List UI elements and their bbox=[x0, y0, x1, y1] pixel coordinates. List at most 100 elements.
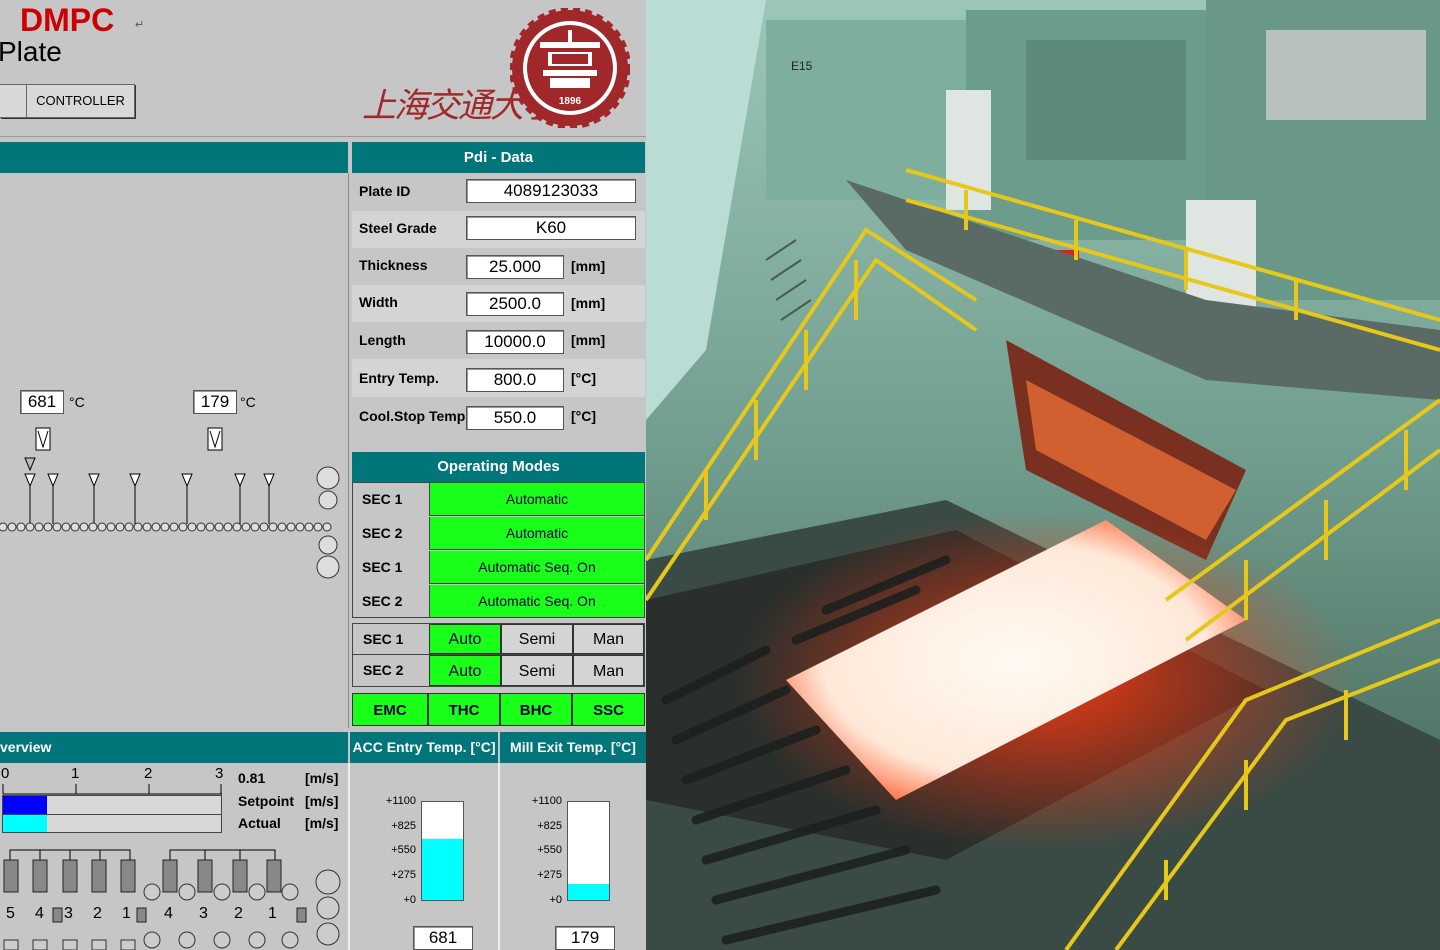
speed-value: 0.81 bbox=[238, 770, 266, 786]
actual-unit: [m/s] bbox=[305, 815, 339, 831]
switch-row-label: SEC 1 bbox=[363, 631, 404, 647]
scale-tick-label: 2 bbox=[144, 765, 153, 782]
mode-row-label: SEC 2 bbox=[362, 525, 403, 541]
roller-table-diagram bbox=[0, 427, 340, 579]
plate-id-field[interactable]: 4089123033 bbox=[466, 179, 636, 203]
pdi-row-plate-id: Plate ID 4089123033 bbox=[352, 174, 645, 211]
pyrometer-1-unit: °C bbox=[69, 394, 85, 410]
sec2-switch-row: SEC 2 Auto Semi Man bbox=[352, 655, 645, 687]
entry-temp-field[interactable]: 800.0 bbox=[466, 368, 564, 392]
gauge-tick-label: +550 bbox=[391, 844, 416, 856]
scale-tick-label: 3 bbox=[215, 765, 224, 782]
cooling-line-photo: E15 危险 bbox=[646, 0, 1440, 950]
roller-line bbox=[0, 522, 332, 532]
pdi-label: Steel Grade bbox=[359, 220, 437, 236]
gauge-tick-label: +275 bbox=[537, 869, 562, 881]
header-bank-diagram bbox=[3, 849, 341, 950]
gauge-left-border bbox=[348, 763, 350, 950]
acc-gauge-tube bbox=[421, 801, 464, 901]
mode-status-value: Automatic Seq. On bbox=[429, 551, 644, 584]
header-number: 5 bbox=[6, 905, 15, 922]
overview-title: verview bbox=[0, 732, 348, 763]
header-number: 1 bbox=[268, 905, 277, 922]
acc-gauge-ticks: +1100 +825 +550 +275 +0 bbox=[372, 795, 416, 907]
steel-grade-field[interactable]: K60 bbox=[466, 216, 636, 240]
mill-gauge-tube bbox=[567, 801, 610, 901]
pdi-row-cool-stop-temp: Cool.Stop Temp 550.0 [°C] bbox=[352, 397, 645, 445]
sec2-man-button[interactable]: Man bbox=[573, 655, 644, 686]
mode-status-value: Automatic bbox=[429, 483, 644, 516]
header-divider bbox=[0, 136, 646, 137]
pdi-label: Thickness bbox=[359, 257, 428, 273]
controller-bhc[interactable]: BHC bbox=[500, 693, 572, 726]
pdi-unit: [°C] bbox=[571, 408, 597, 424]
gauge-tick-label: +1100 bbox=[531, 795, 562, 807]
gauge-tick-label: +0 bbox=[549, 894, 562, 906]
seal-year: 1896 bbox=[559, 96, 582, 107]
mode-row-label: SEC 2 bbox=[362, 593, 403, 609]
pdi-row-length: Length 10000.0 [mm] bbox=[352, 322, 645, 359]
hmi-panel: DMPC ↵ Plate CONTROLLER 上海交通大学 1896 681 … bbox=[0, 0, 646, 950]
acc-gauge-fill bbox=[422, 839, 463, 900]
pinch-rollers bbox=[316, 466, 340, 579]
sec1-man-button[interactable]: Man bbox=[573, 624, 644, 654]
gauge-tick-label: +1100 bbox=[385, 795, 416, 807]
screen-subtitle: Plate bbox=[0, 36, 62, 67]
pdi-unit: [mm] bbox=[571, 332, 606, 348]
header-number: 3 bbox=[64, 905, 73, 922]
tab-controller[interactable]: CONTROLLER bbox=[26, 84, 135, 118]
pdi-unit: [mm] bbox=[571, 258, 606, 274]
pdi-row-entry-temp: Entry Temp. 800.0 [°C] bbox=[352, 359, 645, 397]
controller-bar: EMC THC BHC SSC bbox=[352, 693, 645, 726]
controller-ssc[interactable]: SSC bbox=[572, 693, 645, 726]
acc-entry-temp-title: ACC Entry Temp. [°C] bbox=[350, 732, 498, 763]
header-number: 1 bbox=[122, 905, 131, 922]
brand-title: DMPC bbox=[20, 2, 115, 38]
mill-exit-temp-title: Mill Exit Temp. [°C] bbox=[500, 732, 646, 763]
pdi-label: Width bbox=[359, 294, 398, 310]
modes-title: Operating Modes bbox=[352, 452, 645, 482]
gauge-tick-label: +0 bbox=[403, 894, 416, 906]
mode-row-label: SEC 1 bbox=[362, 491, 403, 507]
width-field[interactable]: 2500.0 bbox=[466, 292, 564, 316]
tab-blank[interactable] bbox=[0, 84, 27, 118]
scale-tick-label: 0 bbox=[1, 765, 10, 782]
pyrometer-2-unit: °C bbox=[240, 394, 256, 410]
return-glyph: ↵ bbox=[135, 19, 145, 31]
actual-bar bbox=[3, 815, 47, 832]
pdi-row-width: Width 2500.0 [mm] bbox=[352, 285, 645, 322]
gauge-tick-label: +825 bbox=[391, 820, 416, 832]
gauge-divider bbox=[498, 763, 500, 950]
controller-emc[interactable]: EMC bbox=[352, 693, 428, 726]
pyrometer-1-value: 681 bbox=[20, 390, 64, 414]
machine-sign: E15 bbox=[791, 59, 813, 73]
mode-status-value: Automatic bbox=[429, 517, 644, 550]
sec2-semi-button[interactable]: Semi bbox=[501, 655, 573, 686]
sec1-semi-button[interactable]: Semi bbox=[501, 624, 573, 654]
cool-stop-temp-field[interactable]: 550.0 bbox=[466, 406, 564, 430]
pdi-row-steel-grade: Steel Grade K60 bbox=[352, 211, 645, 248]
setpoint-bar bbox=[3, 796, 47, 814]
pdi-label: Length bbox=[359, 332, 406, 348]
mill-exit-temp-value: 179 bbox=[555, 926, 615, 950]
scale-tick-label: 1 bbox=[71, 765, 80, 782]
length-field[interactable]: 10000.0 bbox=[466, 330, 564, 354]
actual-label: Actual bbox=[238, 815, 281, 831]
speed-bars bbox=[2, 795, 222, 833]
gauge-tick-label: +550 bbox=[537, 844, 562, 856]
sec1-auto-button[interactable]: Auto bbox=[429, 624, 501, 654]
mode-row: SEC 2 Automatic bbox=[352, 517, 645, 550]
thickness-field[interactable]: 25.000 bbox=[466, 255, 564, 279]
spray-nozzles bbox=[24, 457, 275, 524]
header-number: 2 bbox=[234, 905, 243, 922]
speed-scale-ticks bbox=[2, 784, 222, 795]
mode-row-label: SEC 1 bbox=[362, 559, 403, 575]
sec2-auto-button[interactable]: Auto bbox=[429, 655, 501, 686]
pyrometer-2-value: 179 bbox=[193, 390, 237, 414]
process-header-bar bbox=[0, 142, 348, 173]
mill-gauge-fill bbox=[568, 884, 609, 900]
controller-thc[interactable]: THC bbox=[428, 693, 500, 726]
pdi-row-thickness: Thickness 25.000 [mm] bbox=[352, 248, 645, 285]
header-number: 4 bbox=[35, 905, 44, 922]
speed-unit: [m/s] bbox=[305, 770, 339, 786]
